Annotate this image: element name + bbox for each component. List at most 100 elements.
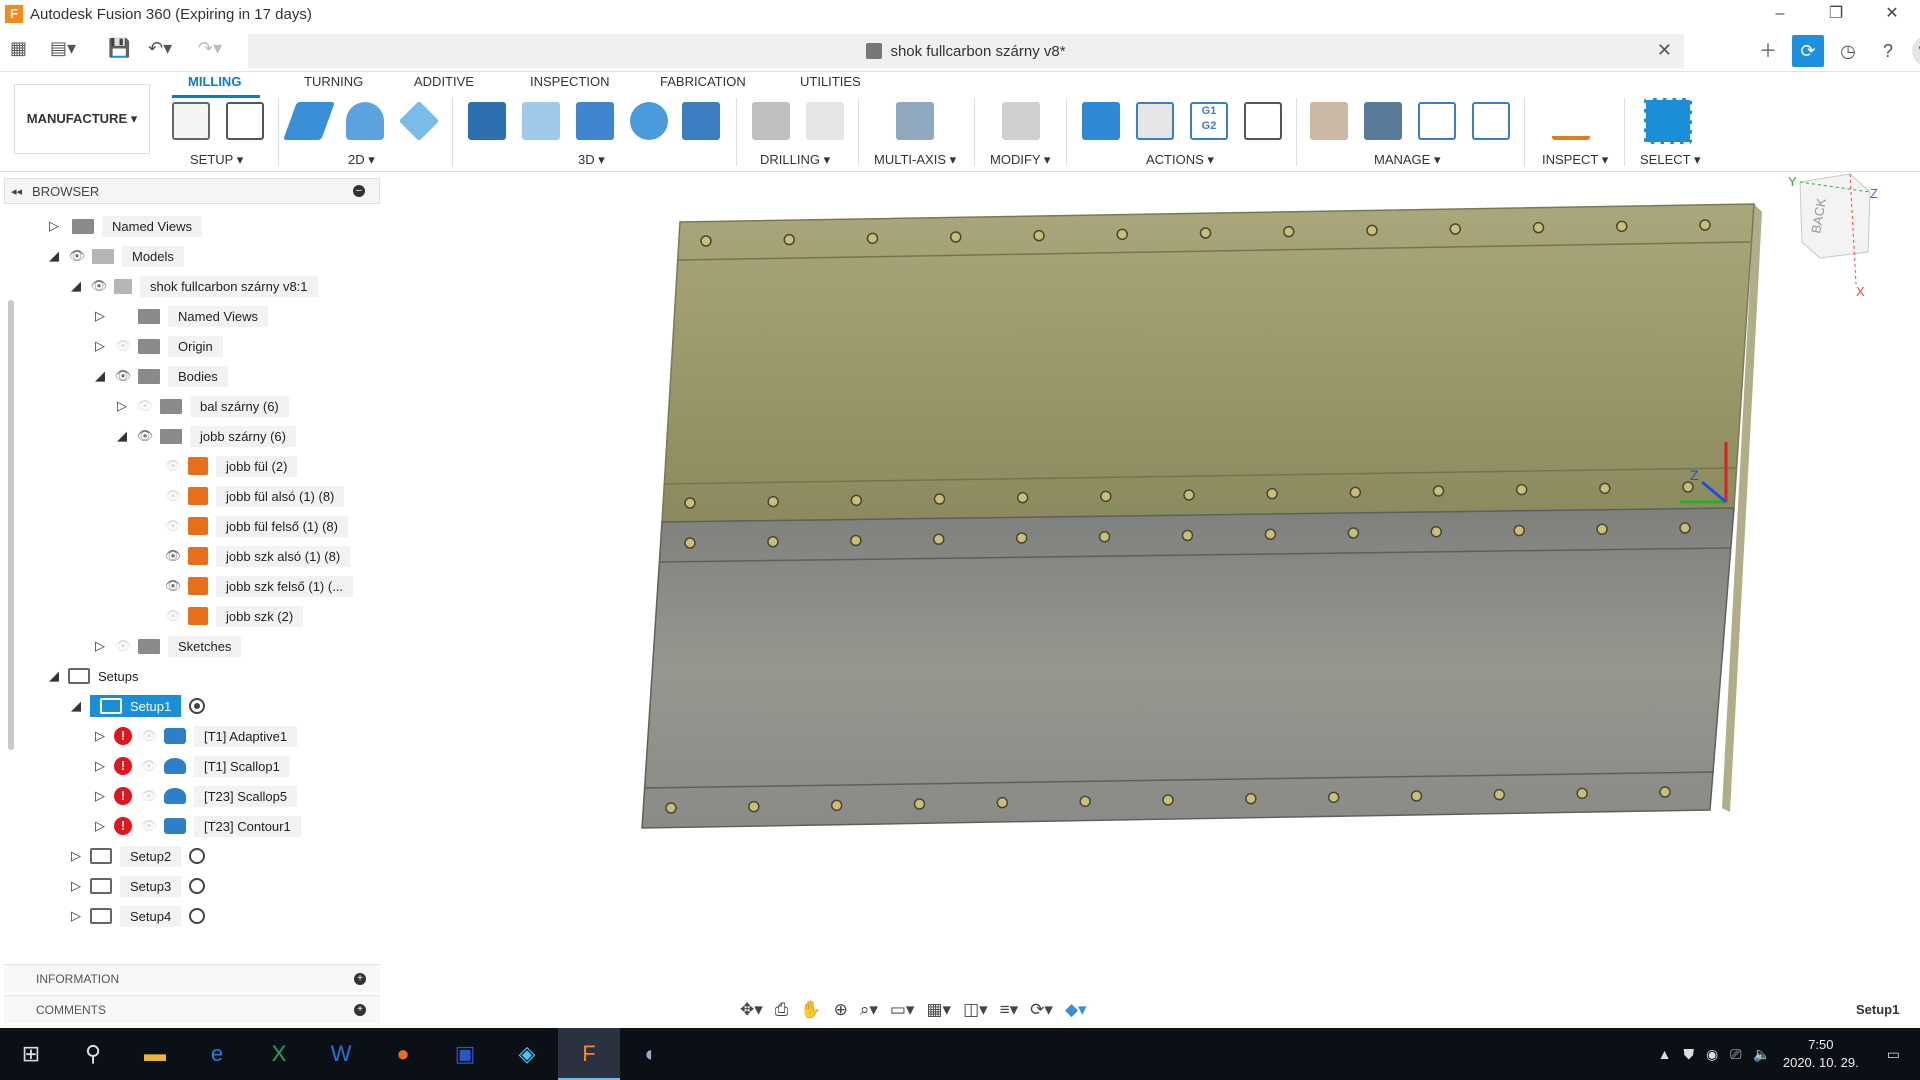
eye-icon[interactable]: 👁 [164, 548, 182, 564]
2d-group-label[interactable]: 2D ▾ [348, 152, 375, 168]
expand-icon[interactable]: ▷ [68, 908, 84, 924]
file-explorer-icon[interactable]: ▬ [124, 1028, 186, 1080]
new-tab-icon[interactable]: ＋ [1752, 35, 1784, 67]
eye-hidden-icon[interactable]: 👁 [140, 758, 158, 774]
stock-display-icon[interactable]: ≡▾ [1000, 1000, 1018, 1020]
setup-radio[interactable] [189, 878, 206, 894]
minimize-button[interactable]: – [1752, 0, 1808, 28]
browser-minimize-icon[interactable]: – [353, 185, 365, 197]
autodesk-tray-icon[interactable]: ▲ [1658, 1046, 1672, 1062]
fusion-360-taskbar-icon[interactable]: F [558, 1028, 620, 1080]
eye-icon[interactable]: 👁 [90, 278, 108, 294]
eye-icon[interactable]: 👁 [114, 368, 132, 384]
setup-sheet-icon[interactable] [1244, 102, 1282, 140]
tree-row-setup2[interactable]: ▷ Setup2 [68, 843, 206, 869]
tree-row-operation[interactable]: ▷ ! 👁 [T23] Scallop5 [92, 783, 298, 809]
select-icon[interactable] [1644, 98, 1692, 144]
expand-icon[interactable]: ▷ [92, 788, 108, 804]
tree-row-operation[interactable]: ▷ ! 👁 [T1] Scallop1 [92, 753, 290, 779]
redo-icon[interactable]: ↷▾ [198, 38, 222, 59]
viewports-icon[interactable]: ◫▾ [963, 1000, 988, 1020]
collapse-icon[interactable]: ◢ [68, 698, 84, 714]
search-icon[interactable]: ⚲ [62, 1028, 124, 1080]
word-icon[interactable]: W [310, 1028, 372, 1080]
expand-icon[interactable]: ▷ [68, 848, 84, 864]
tree-row-named-views-top[interactable]: ▷ Named Views [46, 213, 202, 239]
tab-milling[interactable]: MILLING [188, 74, 241, 89]
undo-icon[interactable]: ↶▾ [148, 38, 172, 59]
information-panel[interactable]: INFORMATION + [4, 964, 380, 992]
wing-model[interactable]: Z BACK Y Z X [380, 172, 1920, 1002]
tree-row-models[interactable]: ◢ 👁 Models [46, 243, 184, 269]
modify-scissors-icon[interactable] [1002, 102, 1040, 140]
browser-header[interactable]: ◂◂ BROWSER – [4, 178, 380, 204]
post-process-icon[interactable]: G1 G2 [1190, 102, 1228, 140]
expand-icon[interactable]: ▷ [46, 218, 62, 234]
simulation-display-icon[interactable]: ◆▾ [1065, 1000, 1087, 1020]
tree-row-bal-szarny[interactable]: ▷ 👁 bal szárny (6) [114, 393, 289, 419]
eye-hidden-icon[interactable]: 👁 [140, 818, 158, 834]
look-at-icon[interactable]: ⎙ [775, 1000, 789, 1020]
expand-icon[interactable]: ▷ [92, 638, 108, 654]
toolpath-display-icon[interactable]: ⟳▾ [1030, 1000, 1053, 1020]
eye-hidden-icon[interactable]: 👁 [164, 458, 182, 474]
tree-row-sketches[interactable]: ▷ 👁 Sketches [92, 633, 242, 659]
job-status-icon[interactable]: ◷ [1832, 35, 1864, 67]
eye-hidden-icon[interactable]: 👁 [140, 788, 158, 804]
drilling-group-label[interactable]: DRILLING ▾ [760, 152, 830, 168]
grid-settings-icon[interactable]: ▦▾ [926, 1000, 951, 1020]
app-grid-icon[interactable]: ▦ [10, 38, 27, 59]
collapse-icon[interactable]: ◢ [114, 428, 130, 444]
zoom-window-icon[interactable]: ⌕▾ [860, 1000, 878, 1020]
active-setup-radio[interactable] [189, 698, 206, 714]
expand-icon[interactable]: ▷ [92, 308, 108, 324]
volume-icon[interactable]: 🔈 [1753, 1046, 1770, 1063]
document-tab[interactable]: shok fullcarbon szárny v8* ✕ [248, 34, 1684, 68]
parallel-icon[interactable] [576, 102, 614, 140]
expand-plus-icon[interactable]: + [354, 1003, 366, 1016]
tree-row-setup1[interactable]: ◢ Setup1 [68, 693, 206, 719]
tab-additive[interactable]: ADDITIVE [414, 74, 474, 89]
tool-library-icon[interactable] [1310, 102, 1348, 140]
hole-recognition-icon[interactable] [806, 102, 844, 140]
eye-hidden-icon[interactable]: 👁 [164, 488, 182, 504]
tab-fabrication[interactable]: FABRICATION [660, 74, 746, 89]
simulate-icon[interactable] [1082, 102, 1120, 140]
machine-library-icon[interactable] [1364, 102, 1402, 140]
multi-axis-group-label[interactable]: MULTI-AXIS ▾ [874, 152, 956, 168]
tree-row-operation[interactable]: ▷ ! 👁 [T1] Adaptive1 [92, 723, 298, 749]
eye-icon[interactable]: 👁 [164, 578, 182, 594]
setup-group-label[interactable]: SETUP ▾ [190, 152, 243, 168]
3d-group-label[interactable]: 3D ▾ [578, 152, 605, 168]
viewcube[interactable]: BACK Y Z X [1788, 173, 1878, 299]
modify-group-label[interactable]: MODIFY ▾ [990, 152, 1050, 168]
tree-row-setup3[interactable]: ▷ Setup3 [68, 873, 206, 899]
scallop-icon[interactable] [630, 102, 668, 140]
browser-scrollbar[interactable] [8, 300, 14, 750]
excel-icon[interactable]: X [248, 1028, 310, 1080]
expand-icon[interactable]: ▷ [92, 728, 108, 744]
paint-app-icon[interactable]: ◐ [620, 1028, 682, 1080]
tree-row-body[interactable]: 👁 jobb fül felső (1) (8) [164, 513, 348, 539]
3d-app-icon[interactable]: ◈ [496, 1028, 558, 1080]
tree-row-body[interactable]: 👁 jobb szk alsó (1) (8) [164, 543, 351, 569]
tree-row-body[interactable]: 👁 jobb fül alsó (1) (8) [164, 483, 345, 509]
workspace-switcher[interactable]: MANUFACTURE ▾ [14, 84, 150, 154]
tree-row-body[interactable]: 👁 jobb szk felső (1) (... [164, 573, 354, 599]
pan-icon[interactable]: ✋ [800, 1000, 821, 1020]
drill-icon[interactable] [752, 102, 790, 140]
inspect-group-label[interactable]: INSPECT ▾ [1542, 152, 1608, 168]
extensions-icon[interactable]: ⟳ [1792, 35, 1824, 67]
network-icon[interactable]: ⎚ [1730, 1046, 1741, 1063]
expand-icon[interactable]: ▷ [92, 758, 108, 774]
select-group-label[interactable]: SELECT ▾ [1640, 152, 1700, 168]
post-library-icon[interactable] [1418, 102, 1456, 140]
expand-icon[interactable]: ▷ [114, 398, 130, 414]
actions-group-label[interactable]: ACTIONS ▾ [1146, 152, 1214, 168]
floppy-app-icon[interactable]: ▣ [434, 1028, 496, 1080]
chrome-tray-icon[interactable]: ◉ [1706, 1046, 1718, 1063]
contour-icon[interactable] [682, 102, 720, 140]
close-tab-icon[interactable]: ✕ [1657, 40, 1672, 61]
tree-row-setup4[interactable]: ▷ Setup4 [68, 903, 206, 929]
collapse-icon[interactable]: ◢ [46, 668, 62, 684]
